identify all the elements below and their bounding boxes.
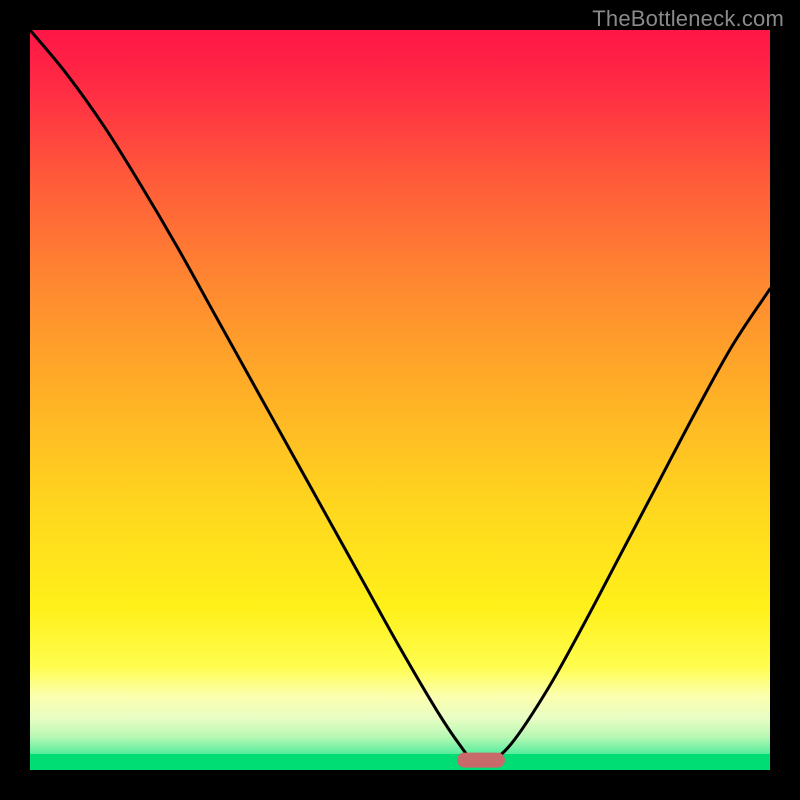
chart-frame: TheBottleneck.com bbox=[0, 0, 800, 800]
watermark-label: TheBottleneck.com bbox=[592, 6, 784, 32]
plot-area bbox=[30, 30, 770, 770]
green-baseline-band bbox=[30, 754, 770, 770]
optimal-marker bbox=[457, 753, 505, 768]
background-gradient bbox=[30, 30, 770, 770]
